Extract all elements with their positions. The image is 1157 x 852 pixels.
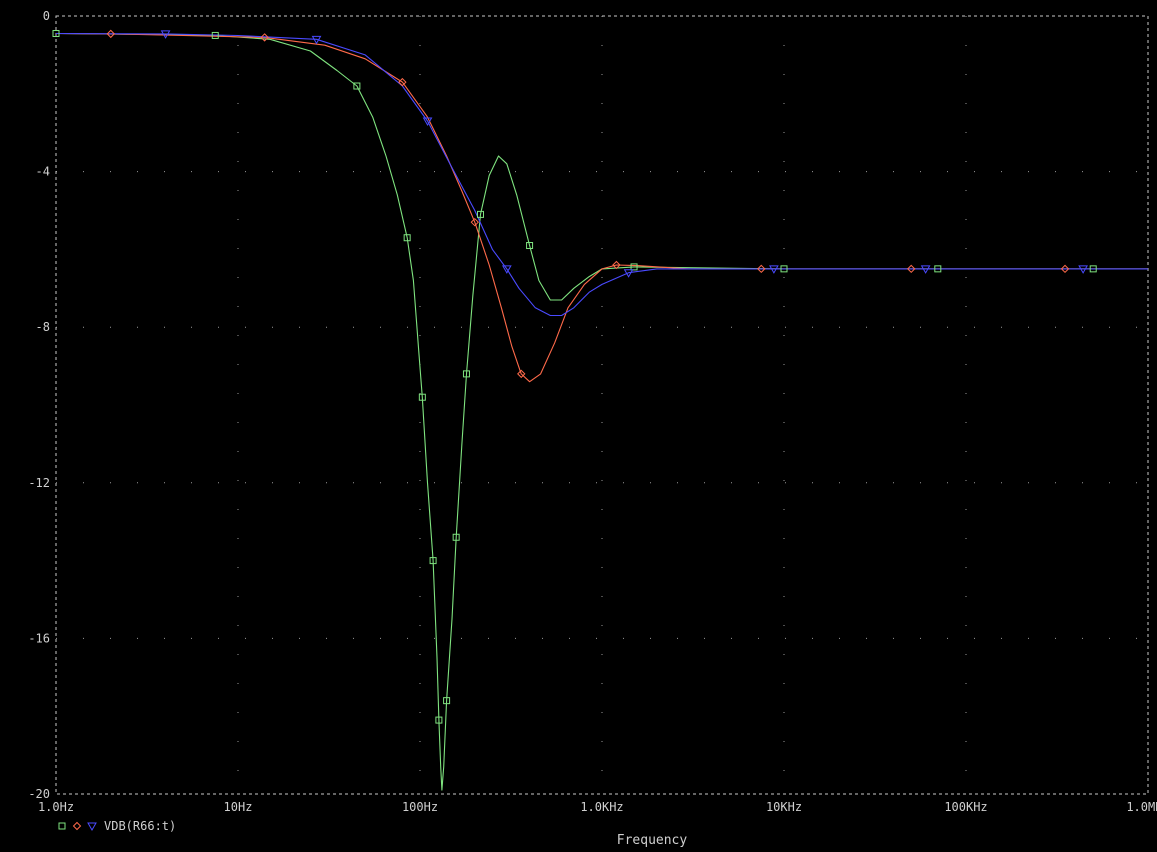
legend-label: VDB(R66:t)	[104, 819, 176, 833]
plot-svg: 1.0Hz 10Hz 100Hz 1.0KHz 10KHz 100KHz 1.0MHz 0 -4…	[0, 0, 1157, 848]
x-tick-label: 10KHz	[766, 800, 802, 814]
x-tick-label: 1.0KHz	[580, 800, 623, 814]
x-tick-label: 1.0MHz	[1126, 800, 1157, 814]
y-tick-label: -16	[28, 631, 50, 645]
plot-background	[0, 0, 1157, 848]
y-tick-label: -8	[36, 320, 50, 334]
x-axis-label: Frequency	[617, 833, 688, 848]
x-tick-label: 100Hz	[402, 800, 438, 814]
x-tick-label: 100KHz	[944, 800, 987, 814]
y-tick-label: 0	[43, 9, 50, 23]
y-tick-label: -4	[36, 165, 50, 179]
x-tick-label: 10Hz	[224, 800, 253, 814]
frequency-response-chart: 1.0Hz 10Hz 100Hz 1.0KHz 10KHz 100KHz 1.0MHz 0 -4…	[0, 0, 1157, 848]
y-tick-label: -20	[28, 787, 50, 801]
y-tick-label: -12	[28, 476, 50, 490]
x-tick-label: 1.0Hz	[38, 800, 74, 814]
